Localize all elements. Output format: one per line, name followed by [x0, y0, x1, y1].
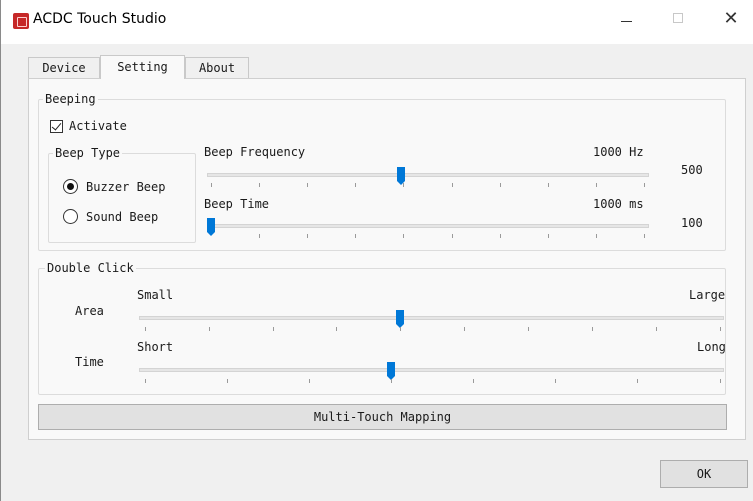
- tick: [548, 183, 549, 187]
- beep-time-thumb[interactable]: [207, 218, 215, 236]
- tick: [391, 379, 392, 383]
- tick: [644, 234, 645, 238]
- tick: [259, 234, 260, 238]
- tick: [355, 234, 356, 238]
- tick: [500, 234, 501, 238]
- area-label: Area: [75, 304, 104, 318]
- tick: [452, 234, 453, 238]
- maximize-icon: [673, 13, 683, 23]
- tick: [403, 234, 404, 238]
- area-max-label: Large: [689, 288, 726, 302]
- sound-beep-label: Sound Beep: [86, 209, 159, 224]
- activate-label: Activate: [69, 119, 127, 133]
- tick: [227, 379, 228, 383]
- tick: [145, 379, 146, 383]
- beep-frequency-track[interactable]: [207, 173, 649, 177]
- tab-device[interactable]: Device: [28, 57, 100, 78]
- tick: [355, 183, 356, 187]
- sound-beep-radio[interactable]: [63, 209, 78, 224]
- activate-row[interactable]: Activate: [50, 119, 127, 133]
- tick: [656, 327, 657, 331]
- tick: [720, 327, 721, 331]
- tab-about[interactable]: About: [185, 57, 249, 78]
- tick: [211, 183, 212, 187]
- ok-button[interactable]: OK: [660, 460, 748, 488]
- maximize-button[interactable]: [655, 0, 701, 36]
- tick: [637, 379, 638, 383]
- beep-type-group-label: Beep Type: [53, 146, 123, 160]
- minimize-icon: [620, 20, 632, 22]
- app-window: ACDC Touch Studio ✕ Device Setting About…: [0, 0, 753, 501]
- tick: [592, 327, 593, 331]
- tick: [209, 327, 210, 331]
- tick: [596, 234, 597, 238]
- beep-frequency-value: 1000 Hz: [593, 145, 644, 159]
- tick: [259, 183, 260, 187]
- sound-beep-option[interactable]: Sound Beep: [63, 209, 158, 224]
- time-min-label: Short: [137, 340, 174, 354]
- area-min-label: Small: [137, 288, 174, 302]
- tick: [555, 379, 556, 383]
- buzzer-beep-radio[interactable]: [63, 179, 78, 194]
- setting-panel: Beeping Activate Beep Type Buzzer Beep S…: [28, 78, 746, 440]
- beeping-group: Beeping Activate Beep Type Buzzer Beep S…: [38, 92, 726, 251]
- double-click-group-label: Double Click: [45, 261, 136, 275]
- close-icon: ✕: [723, 7, 739, 29]
- tick: [596, 183, 597, 187]
- tick: [644, 183, 645, 187]
- multi-touch-mapping-button[interactable]: Multi-Touch Mapping: [38, 404, 727, 430]
- time-label: Time: [75, 355, 104, 369]
- area-track[interactable]: [139, 316, 724, 320]
- tick: [145, 327, 146, 331]
- tick: [528, 327, 529, 331]
- beep-time-value: 1000 ms: [593, 197, 644, 211]
- tick: [336, 327, 337, 331]
- tick: [307, 234, 308, 238]
- tick: [473, 379, 474, 383]
- close-button[interactable]: ✕: [708, 0, 753, 36]
- tick: [400, 327, 401, 331]
- minimize-button[interactable]: [603, 0, 649, 36]
- tick: [464, 327, 465, 331]
- beep-type-group: Beep Type Buzzer Beep Sound Beep: [48, 146, 196, 243]
- tick: [452, 183, 453, 187]
- beeping-group-label: Beeping: [43, 92, 98, 106]
- time-max-label: Long: [697, 340, 726, 354]
- buzzer-beep-option[interactable]: Buzzer Beep: [63, 179, 165, 194]
- title-bar: ACDC Touch Studio ✕: [1, 0, 753, 44]
- window-title: ACDC Touch Studio: [33, 11, 167, 27]
- tick: [273, 327, 274, 331]
- tick: [403, 183, 404, 187]
- beep-time-side-value: 100: [681, 216, 703, 230]
- area-thumb[interactable]: [396, 310, 404, 328]
- activate-checkbox[interactable]: [50, 119, 63, 133]
- tick: [720, 379, 721, 383]
- app-logo-icon: [13, 13, 29, 29]
- tick: [500, 183, 501, 187]
- buzzer-beep-label: Buzzer Beep: [86, 179, 166, 194]
- time-track[interactable]: [139, 368, 724, 372]
- tick: [309, 379, 310, 383]
- beep-frequency-label: Beep Frequency: [204, 145, 306, 159]
- time-thumb[interactable]: [387, 362, 395, 380]
- beep-time-label: Beep Time: [204, 197, 270, 211]
- tick: [307, 183, 308, 187]
- beep-frequency-side-value: 500: [681, 163, 703, 177]
- double-click-group: Double Click Area Small Large Time Short…: [38, 261, 726, 395]
- tab-setting[interactable]: Setting: [100, 55, 185, 79]
- tick: [548, 234, 549, 238]
- beep-frequency-thumb[interactable]: [397, 167, 405, 185]
- beep-time-track[interactable]: [207, 224, 649, 228]
